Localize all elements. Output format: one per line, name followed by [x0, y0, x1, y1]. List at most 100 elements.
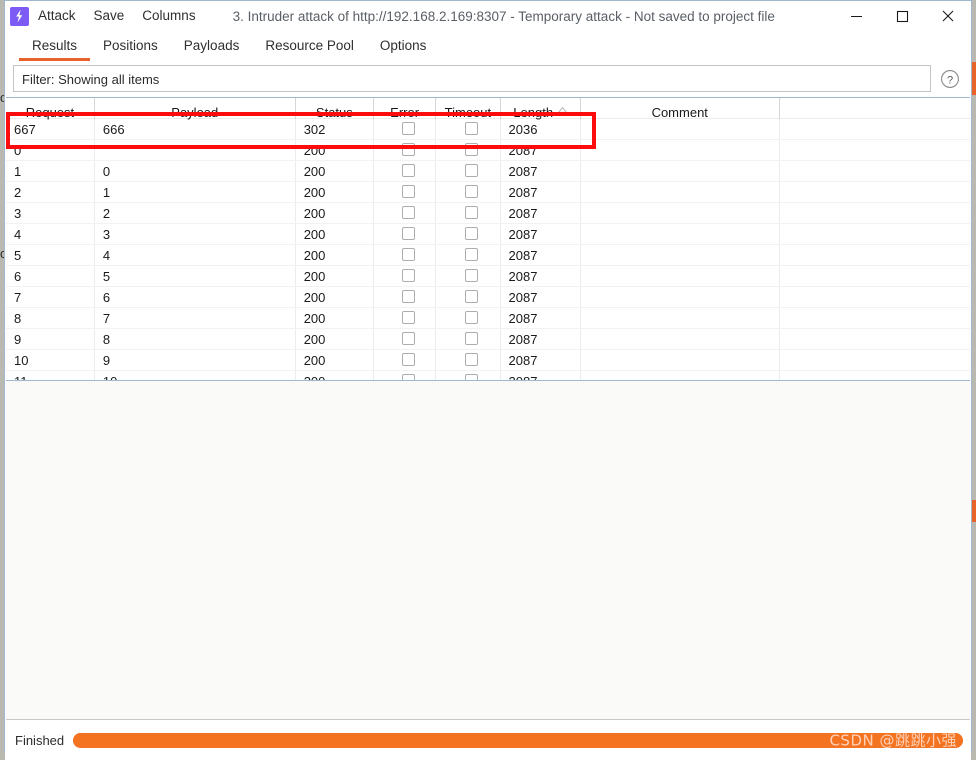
tab-payloads[interactable]: Payloads	[171, 38, 253, 61]
checkbox-icon[interactable]	[465, 226, 479, 240]
request-response-panel[interactable]	[6, 381, 970, 720]
column-header-comment[interactable]: Comment	[580, 98, 780, 120]
cell-error[interactable]	[373, 244, 437, 266]
menu-save[interactable]: Save	[85, 1, 134, 31]
cell-error[interactable]	[373, 286, 437, 308]
checkbox-icon[interactable]	[402, 268, 416, 282]
cell-error[interactable]	[373, 370, 437, 380]
results-table-region[interactable]: Request Payload Status Error Timeout Len…	[6, 97, 970, 381]
checkbox-icon[interactable]	[402, 184, 416, 198]
maximize-button[interactable]	[879, 1, 925, 31]
cell-request: 7	[6, 286, 95, 308]
checkbox-icon[interactable]	[402, 163, 416, 177]
column-header-timeout[interactable]: Timeout	[435, 98, 501, 120]
cell-extra	[779, 349, 970, 371]
table-row[interactable]: 11 10 200 2087	[6, 370, 970, 380]
close-button[interactable]	[925, 1, 971, 31]
checkbox-icon[interactable]	[402, 310, 416, 324]
cell-error[interactable]	[373, 307, 437, 329]
table-row[interactable]: 667 666 302 2036	[6, 118, 970, 140]
table-row[interactable]: 0 200 2087	[6, 139, 970, 161]
checkbox-icon[interactable]	[465, 373, 479, 380]
checkbox-icon[interactable]	[465, 268, 479, 282]
cell-error[interactable]	[373, 118, 437, 140]
checkbox-icon[interactable]	[402, 121, 416, 135]
table-row[interactable]: 10 9 200 2087	[6, 349, 970, 371]
menu-attack[interactable]: Attack	[29, 1, 85, 31]
cell-timeout[interactable]	[435, 223, 501, 245]
column-header-payload-label: Payload	[171, 105, 219, 120]
cell-timeout[interactable]	[435, 244, 501, 266]
checkbox-icon[interactable]	[402, 142, 416, 156]
checkbox-icon[interactable]	[402, 289, 416, 303]
checkbox-icon[interactable]	[465, 247, 479, 261]
checkbox-icon[interactable]	[402, 205, 416, 219]
cell-request: 0	[6, 139, 95, 161]
table-row[interactable]: 9 8 200 2087	[6, 328, 970, 350]
checkbox-icon[interactable]	[465, 142, 479, 156]
cell-timeout[interactable]	[435, 265, 501, 287]
table-row[interactable]: 5 4 200 2087	[6, 244, 970, 266]
cell-length: 2036	[500, 118, 581, 140]
column-header-status[interactable]: Status	[295, 98, 375, 120]
checkbox-icon[interactable]	[465, 205, 479, 219]
screen-root: o ci t Attack Save Columns 3. Intruder a…	[0, 0, 976, 760]
cell-timeout[interactable]	[435, 328, 501, 350]
checkbox-icon[interactable]	[402, 331, 416, 345]
checkbox-icon[interactable]	[465, 310, 479, 324]
cell-request: 8	[6, 307, 95, 329]
column-header-error[interactable]: Error	[373, 98, 437, 120]
cell-timeout[interactable]	[435, 370, 501, 380]
tab-resource-pool[interactable]: Resource Pool	[252, 38, 367, 61]
cell-timeout[interactable]	[435, 181, 501, 203]
column-header-request[interactable]: Request	[6, 98, 95, 120]
checkbox-icon[interactable]	[465, 289, 479, 303]
cell-extra	[779, 328, 970, 350]
tab-options[interactable]: Options	[367, 38, 440, 61]
table-row[interactable]: 1 0 200 2087	[6, 160, 970, 182]
menu-columns[interactable]: Columns	[133, 1, 204, 31]
table-row[interactable]: 6 5 200 2087	[6, 265, 970, 287]
cell-error[interactable]	[373, 223, 437, 245]
checkbox-icon[interactable]	[465, 163, 479, 177]
minimize-button[interactable]	[833, 1, 879, 31]
cell-timeout[interactable]	[435, 349, 501, 371]
table-row[interactable]: 4 3 200 2087	[6, 223, 970, 245]
filter-bar[interactable]: Filter: Showing all items	[13, 65, 931, 92]
cell-timeout[interactable]	[435, 202, 501, 224]
cell-timeout[interactable]	[435, 286, 501, 308]
cell-error[interactable]	[373, 202, 437, 224]
checkbox-icon[interactable]	[402, 226, 416, 240]
cell-timeout[interactable]	[435, 139, 501, 161]
column-header-payload[interactable]: Payload	[94, 98, 296, 120]
cell-payload	[94, 139, 296, 161]
cell-error[interactable]	[373, 160, 437, 182]
checkbox-icon[interactable]	[465, 331, 479, 345]
checkbox-icon[interactable]	[402, 352, 416, 366]
table-row[interactable]: 2 1 200 2087	[6, 181, 970, 203]
filter-bar-container: Filter: Showing all items ?	[5, 61, 971, 97]
cell-error[interactable]	[373, 181, 437, 203]
column-header-extra[interactable]	[779, 98, 970, 119]
checkbox-icon[interactable]	[402, 373, 416, 380]
question-mark-icon[interactable]: ?	[939, 68, 961, 90]
cell-error[interactable]	[373, 265, 437, 287]
checkbox-icon[interactable]	[465, 184, 479, 198]
cell-error[interactable]	[373, 139, 437, 161]
checkbox-icon[interactable]	[402, 247, 416, 261]
checkbox-icon[interactable]	[465, 121, 479, 135]
cell-error[interactable]	[373, 349, 437, 371]
table-row[interactable]: 8 7 200 2087	[6, 307, 970, 329]
checkbox-icon[interactable]	[465, 352, 479, 366]
table-row[interactable]: 3 2 200 2087	[6, 202, 970, 224]
tab-results[interactable]: Results	[19, 38, 91, 61]
attack-progress-fill	[73, 732, 963, 748]
cell-error[interactable]	[373, 328, 437, 350]
table-row[interactable]: 7 6 200 2087	[6, 286, 970, 308]
column-header-length[interactable]: Length	[500, 98, 581, 120]
cell-timeout[interactable]	[435, 307, 501, 329]
cell-timeout[interactable]	[435, 118, 501, 140]
cell-comment	[580, 328, 780, 350]
cell-timeout[interactable]	[435, 160, 501, 182]
tab-positions[interactable]: Positions	[90, 38, 171, 61]
